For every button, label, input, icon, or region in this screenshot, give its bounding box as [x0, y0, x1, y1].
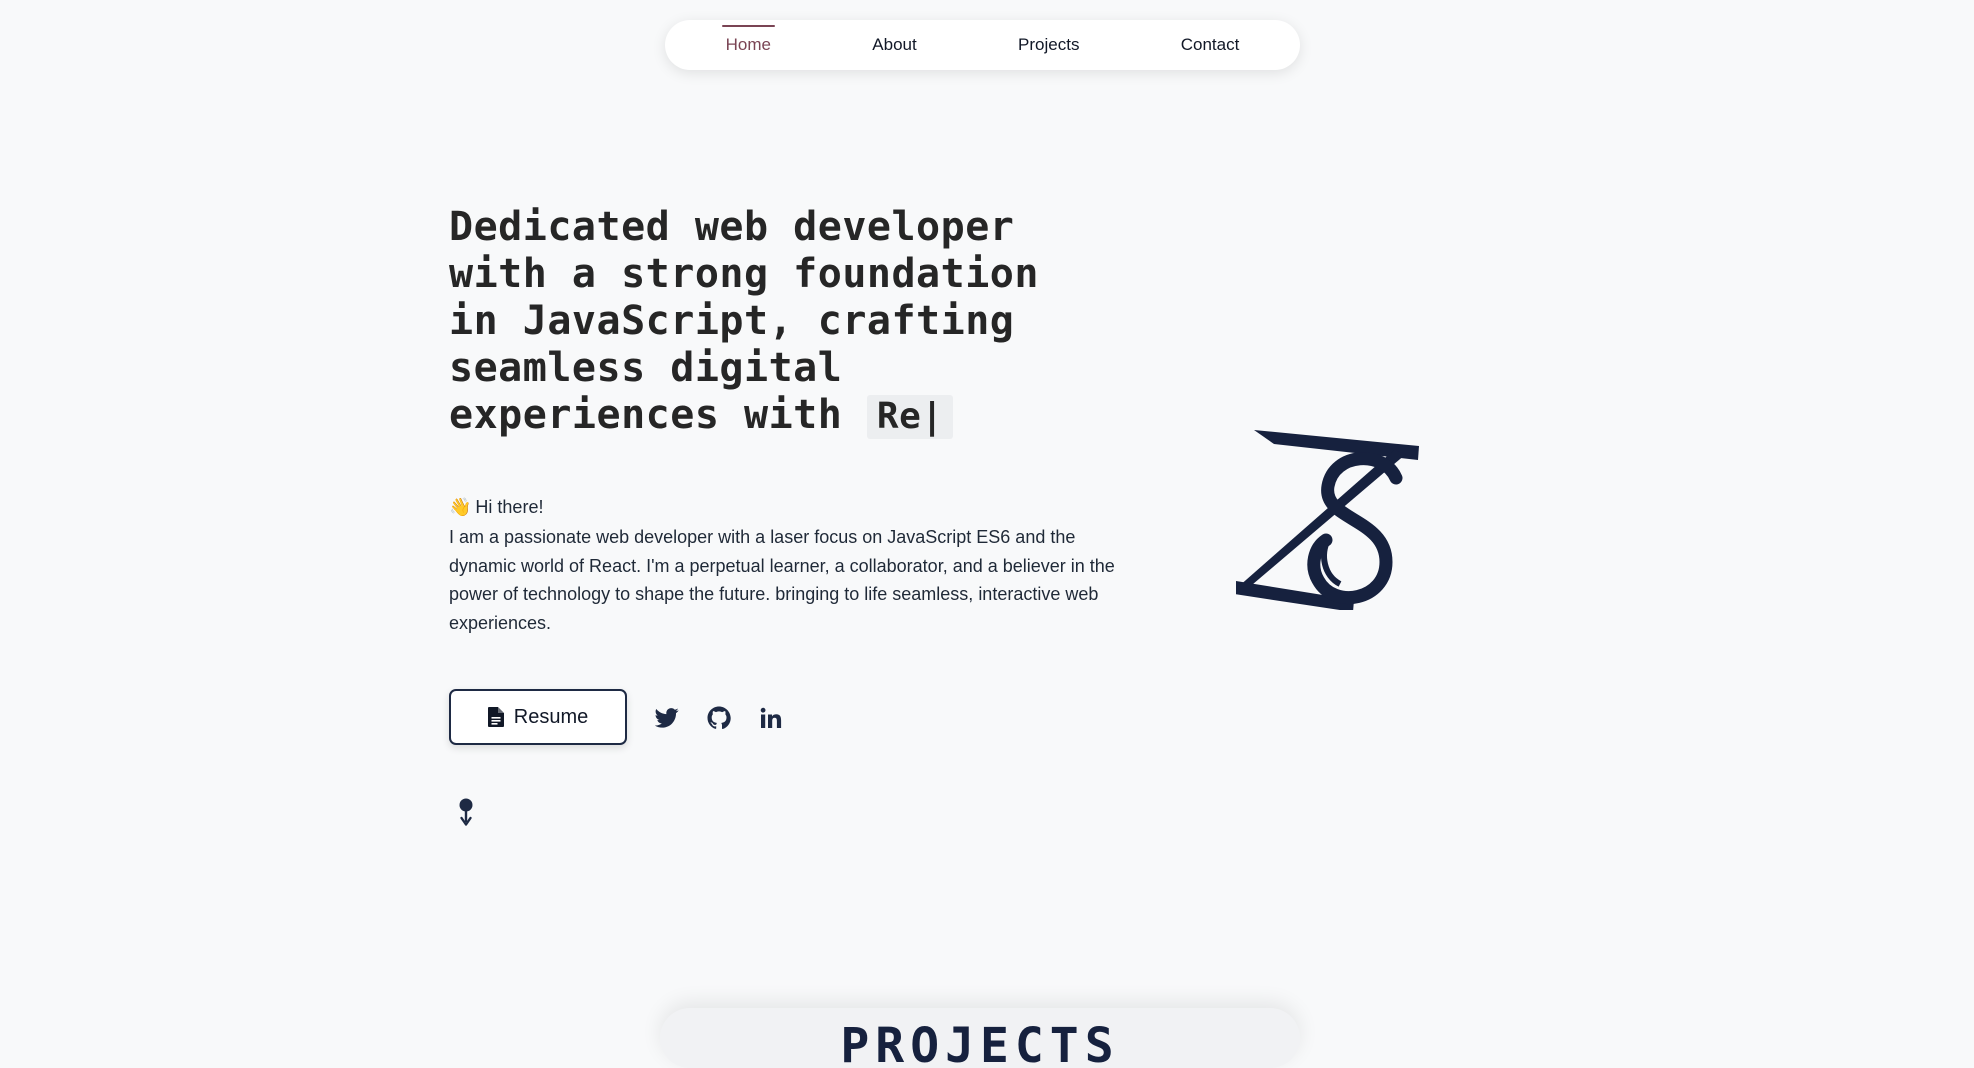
section-title: PROJECTS	[840, 1018, 1120, 1068]
resume-button[interactable]: Resume	[449, 689, 627, 745]
hero-heading-line: in JavaScript, crafting	[449, 298, 1015, 344]
greeting: 👋 Hi there!	[449, 497, 543, 518]
hero-heading-line: Dedicated web developer	[449, 204, 1015, 250]
twitter-icon[interactable]	[653, 704, 681, 732]
hero-heading-line: with a strong foundation	[449, 251, 1039, 297]
projects-section-header: PROJECTS	[660, 1008, 1300, 1068]
document-icon	[487, 707, 504, 727]
github-icon[interactable]	[705, 704, 733, 732]
greeting-text: Hi there!	[475, 497, 544, 517]
nav-item-projects[interactable]: Projects	[1014, 29, 1083, 61]
zs-monogram-logo: ZS	[1236, 430, 1419, 610]
top-nav: Home About Projects Contact	[665, 20, 1300, 70]
typewriter-text: Re|	[866, 395, 954, 439]
resume-button-label: Resume	[513, 705, 589, 728]
nav-item-home[interactable]: Home	[721, 25, 776, 61]
hero-heading-line: experiences with	[449, 392, 843, 438]
linkedin-icon[interactable]	[757, 704, 785, 732]
waving-hand-icon: 👋	[449, 497, 472, 517]
intro-paragraph: I am a passionate web developer with a l…	[449, 527, 1115, 633]
nav-item-contact[interactable]: Contact	[1177, 29, 1244, 61]
hero-heading: Dedicated web developer with a strong fo…	[449, 204, 1149, 439]
nav-item-about[interactable]: About	[868, 29, 920, 61]
hero-heading-line: seamless digital	[449, 345, 843, 391]
scroll-down-icon[interactable]	[456, 798, 476, 828]
